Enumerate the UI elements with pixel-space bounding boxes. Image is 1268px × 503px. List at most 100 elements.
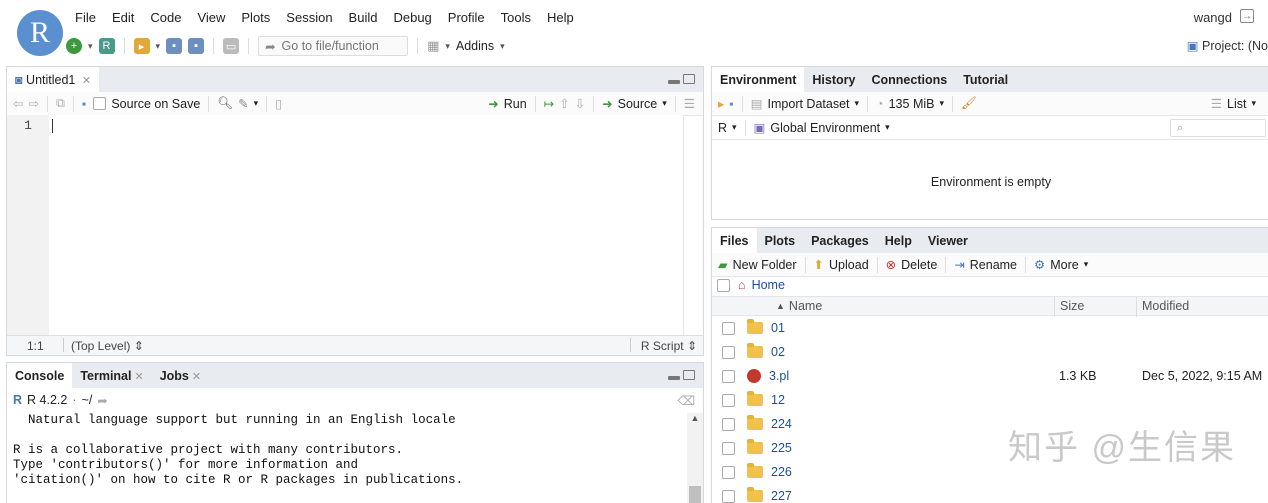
tab-help[interactable]: Help	[877, 228, 920, 254]
scope-selector[interactable]: Global Environment	[770, 121, 880, 135]
sign-out-icon[interactable]: →	[1240, 9, 1254, 23]
menu-code[interactable]: Code	[150, 8, 181, 28]
delete-button[interactable]: Delete	[901, 258, 937, 272]
outline-icon[interactable]: ☰	[684, 96, 695, 111]
menu-build[interactable]: Build	[349, 8, 378, 28]
rename-button[interactable]: Rename	[970, 258, 1017, 272]
select-all-checkbox[interactable]	[717, 278, 730, 292]
menu-edit[interactable]: Edit	[112, 8, 134, 28]
tab-plots[interactable]: Plots	[757, 228, 804, 254]
more-button[interactable]: More	[1050, 258, 1078, 272]
environment-search-input[interactable]: ⌕	[1170, 118, 1266, 137]
breadcrumb-home[interactable]: Home	[752, 278, 785, 292]
file-checkbox[interactable]	[722, 345, 735, 359]
code-editor[interactable]	[49, 115, 683, 337]
wand-dropdown-icon[interactable]: ▾	[254, 98, 259, 109]
save-all-icon[interactable]: ▪	[188, 38, 205, 54]
forward-icon[interactable]: ⇨	[28, 96, 38, 111]
tab-viewer[interactable]: Viewer	[920, 228, 976, 254]
rerun-icon[interactable]: ↦	[544, 96, 554, 111]
menu-tools[interactable]: Tools	[501, 8, 531, 28]
file-name[interactable]: 12	[771, 393, 785, 407]
magic-wand-icon[interactable]: ✎	[238, 96, 248, 111]
language-selector[interactable]: R	[718, 121, 727, 135]
file-name[interactable]: 01	[771, 321, 785, 335]
editor-scrollbar[interactable]	[683, 115, 703, 337]
grid-layout-icon[interactable]: ▦	[427, 38, 439, 54]
tab-environment[interactable]: Environment	[712, 67, 805, 93]
pane-minmax[interactable]	[668, 370, 695, 380]
tab-history[interactable]: History	[804, 67, 863, 93]
user-name[interactable]: wangd	[1194, 10, 1232, 25]
layout-dropdown-icon[interactable]: ▾	[445, 41, 450, 52]
scroll-thumb[interactable]	[689, 486, 701, 503]
open-file-icon[interactable]: ▸	[133, 38, 150, 54]
import-dataset-button[interactable]: Import Dataset	[768, 97, 850, 111]
close-tab-icon[interactable]: ✕	[192, 371, 201, 383]
file-name[interactable]: 225	[771, 441, 792, 455]
file-name[interactable]: 226	[771, 465, 792, 479]
file-name[interactable]: 02	[771, 345, 785, 359]
column-name[interactable]: Name	[789, 299, 822, 313]
menu-plots[interactable]: Plots	[241, 8, 270, 28]
load-workspace-icon[interactable]: ▸	[718, 96, 724, 111]
clear-console-icon[interactable]: ⌫	[677, 393, 695, 408]
menu-file[interactable]: File	[75, 8, 96, 28]
file-name[interactable]: 227	[771, 489, 792, 503]
new-file-dropdown-icon[interactable]: ▾	[88, 41, 93, 52]
show-in-window-icon[interactable]: ⧉	[56, 96, 65, 111]
file-row[interactable]: 227	[712, 484, 1268, 503]
console-scrollbar[interactable]: ▲	[687, 413, 703, 503]
tab-terminal[interactable]: Terminal ✕	[72, 363, 151, 389]
file-name[interactable]: 224	[771, 417, 792, 431]
file-row[interactable]: 12	[712, 388, 1268, 412]
upload-button[interactable]: Upload	[829, 258, 869, 272]
file-row[interactable]: 01	[712, 316, 1268, 340]
import-dropdown-icon[interactable]: ▾	[855, 98, 860, 109]
tab-tutorial[interactable]: Tutorial	[955, 67, 1016, 93]
up-arrow-icon[interactable]: ⇧	[559, 96, 569, 111]
list-dropdown-icon[interactable]: ▾	[1251, 98, 1256, 109]
notebook-icon[interactable]: ▯	[275, 96, 282, 111]
close-tab-icon[interactable]: ✕	[82, 75, 91, 87]
memory-dropdown-icon[interactable]: ▾	[939, 98, 944, 109]
memory-usage[interactable]: 135 MiB	[889, 97, 935, 111]
maximize-icon[interactable]	[683, 74, 695, 84]
file-checkbox[interactable]	[722, 489, 735, 503]
tab-packages[interactable]: Packages	[803, 228, 877, 254]
menu-view[interactable]: View	[197, 8, 225, 28]
print-icon[interactable]: ▭	[223, 38, 240, 54]
new-file-icon[interactable]: +	[66, 38, 82, 54]
run-button[interactable]: Run	[504, 97, 527, 111]
project-menu[interactable]: ▣ Project: (No	[1187, 38, 1268, 53]
file-checkbox[interactable]	[722, 393, 735, 407]
view-mode-list[interactable]: List	[1227, 97, 1246, 111]
source-button[interactable]: Source	[618, 97, 658, 111]
console-output[interactable]: Natural language support but running in …	[13, 413, 463, 488]
go-to-file-input[interactable]: ➦ Go to file/function	[258, 36, 409, 56]
save-icon[interactable]: ▪	[166, 38, 183, 54]
save-icon[interactable]: ▪	[82, 97, 86, 111]
minimize-icon[interactable]	[668, 376, 680, 380]
column-size[interactable]: Size	[1054, 297, 1084, 317]
menu-help[interactable]: Help	[547, 8, 574, 28]
column-modified[interactable]: Modified	[1136, 297, 1189, 317]
maximize-icon[interactable]	[683, 370, 695, 380]
source-dropdown-icon[interactable]: ▾	[662, 98, 667, 109]
file-row[interactable]: 02	[712, 340, 1268, 364]
file-checkbox[interactable]	[722, 465, 735, 479]
tab-console[interactable]: Console	[7, 363, 73, 389]
menu-profile[interactable]: Profile	[448, 8, 485, 28]
save-workspace-icon[interactable]: ▪	[729, 97, 733, 111]
addins-menu[interactable]: Addins	[456, 39, 494, 53]
tab-untitled1[interactable]: ◙ Untitled1 ✕	[7, 67, 100, 93]
minimize-icon[interactable]	[668, 80, 680, 84]
file-checkbox[interactable]	[722, 441, 735, 455]
scope-dropdown-icon[interactable]: ▾	[885, 122, 890, 133]
working-dir[interactable]: ~/	[82, 393, 93, 407]
addins-dropdown-icon[interactable]: ▾	[500, 41, 505, 52]
new-project-icon[interactable]: R	[98, 38, 115, 54]
down-arrow-icon[interactable]: ⇩	[575, 96, 585, 111]
pane-minmax[interactable]	[668, 74, 695, 84]
close-tab-icon[interactable]: ✕	[134, 371, 143, 383]
